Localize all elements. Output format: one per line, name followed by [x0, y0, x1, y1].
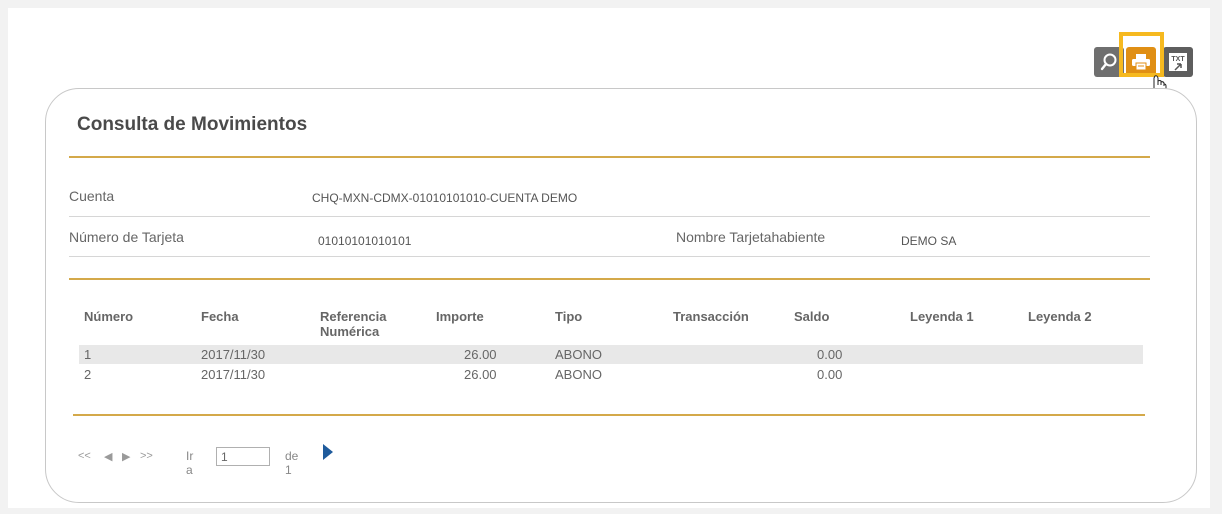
- cell-fecha: 2017/11/30: [201, 367, 266, 382]
- titular-label: Nombre Tarjetahabiente: [676, 229, 826, 245]
- page-title: Consulta de Movimientos: [77, 114, 308, 135]
- col-header-leyenda2: Leyenda 2: [1028, 309, 1092, 324]
- cuenta-value: CHQ-MXN-CDMX-01010101010-CUENTA DEMO: [312, 191, 578, 205]
- txt-label: TXT: [1171, 56, 1185, 63]
- tarjeta-label: Número de Tarjeta: [69, 229, 184, 245]
- cell-numero: 1: [84, 347, 92, 362]
- cell-saldo: 0.00: [817, 367, 843, 382]
- title-divider: [69, 156, 1150, 158]
- cell-importe: 26.00: [464, 367, 497, 382]
- tarjeta-value: 01010101010101: [318, 234, 412, 248]
- search-icon: [1100, 53, 1117, 71]
- col-header-fecha: Fecha: [201, 309, 239, 324]
- table-row: 2 2017/11/30 26.00 ABONO 0.00: [79, 365, 1143, 384]
- page-number-input[interactable]: [216, 447, 270, 466]
- movements-card: Consulta de Movimientos Cuenta CHQ-MXN-C…: [45, 88, 1197, 503]
- col-header-leyenda1: Leyenda 1: [910, 309, 974, 324]
- prev-page-icon[interactable]: ◀: [104, 450, 112, 463]
- titular-value: DEMO SA: [901, 234, 957, 248]
- page-count-label: de 1: [285, 449, 299, 477]
- txt-export-icon: TXT: [1169, 53, 1187, 71]
- cell-tipo: ABONO: [555, 347, 602, 362]
- cell-fecha: 2017/11/30: [201, 347, 266, 362]
- next-page-small-icon[interactable]: ▶: [122, 450, 130, 463]
- col-header-tipo: Tipo: [555, 309, 583, 324]
- table-bottom-divider: [73, 414, 1145, 416]
- field-divider: [69, 216, 1150, 217]
- cell-tipo: ABONO: [555, 367, 602, 382]
- go-page-arrow-icon[interactable]: [322, 443, 334, 461]
- cell-importe: 26.00: [464, 347, 497, 362]
- page: TXT Consulta de Movimientos Cuenta CHQ-M…: [8, 8, 1210, 508]
- table-row: 1 2017/11/30 26.00 ABONO 0.00: [79, 345, 1143, 364]
- table-top-divider: [69, 278, 1150, 280]
- first-page-icon[interactable]: <<: [78, 450, 91, 462]
- cuenta-label: Cuenta: [69, 188, 115, 204]
- col-header-saldo: Saldo: [794, 309, 830, 324]
- goto-label: Ir a: [186, 449, 194, 477]
- col-header-numero: Número: [84, 309, 134, 324]
- col-header-importe: Importe: [436, 309, 484, 324]
- cell-numero: 2: [84, 367, 92, 382]
- last-page-icon[interactable]: >>: [140, 450, 153, 462]
- field-divider: [69, 256, 1150, 257]
- print-highlight-box: [1119, 32, 1164, 77]
- col-header-referencia: Referencia Numérica: [320, 309, 387, 339]
- cell-saldo: 0.00: [817, 347, 843, 362]
- col-header-transaccion: Transacción: [673, 309, 749, 324]
